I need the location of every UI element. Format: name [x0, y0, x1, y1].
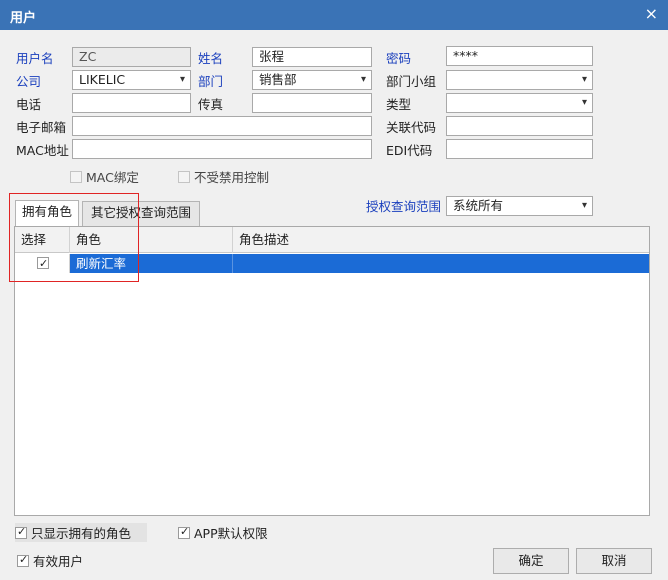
checkbox-checked-icon [17, 553, 29, 567]
dept-group-combo[interactable] [446, 70, 593, 90]
mac-bind-checkbox[interactable]: MAC绑定 [70, 167, 139, 186]
checkbox-checked-icon [15, 525, 27, 539]
mac-bind-label: MAC绑定 [86, 170, 139, 185]
roles-grid: 选择 角色 角色描述 ✓ 刷新汇率 [14, 226, 650, 516]
auth-scope-combo[interactable]: 系统所有 [446, 196, 593, 216]
password-label: 密码 [386, 51, 412, 66]
phone-label: 电话 [16, 97, 42, 112]
type-label: 类型 [386, 97, 412, 112]
dept-group-label: 部门小组 [386, 74, 437, 89]
row-role-cell[interactable]: 刷新汇率 [70, 254, 233, 273]
fax-field[interactable] [252, 93, 372, 113]
only-owned-label: 只显示拥有的角色 [31, 526, 132, 541]
check-icon: ✓ [39, 257, 49, 270]
window-title: 用户 [10, 11, 37, 26]
table-row[interactable]: ✓ 刷新汇率 [15, 254, 649, 273]
phone-field[interactable] [72, 93, 191, 113]
header-role[interactable]: 角色 [70, 227, 233, 253]
auth-scope-value: 系统所有 [453, 198, 504, 213]
row-desc-cell[interactable] [233, 254, 649, 273]
name-field[interactable]: 张程 [252, 47, 372, 67]
company-combo[interactable]: LIKELIC [72, 70, 191, 90]
dept-label: 部门 [198, 74, 224, 89]
no-disable-control-checkbox[interactable]: 不受禁用控制 [178, 167, 269, 186]
dept-value: 销售部 [259, 72, 297, 87]
company-label: 公司 [16, 74, 42, 89]
email-field[interactable] [72, 116, 372, 136]
header-select[interactable]: 选择 [15, 227, 70, 253]
company-value: LIKELIC [79, 72, 126, 87]
tab-other-scope[interactable]: 其它授权查询范围 [82, 201, 200, 226]
checkbox-checked-icon [178, 525, 190, 539]
username-label: 用户名 [16, 51, 54, 66]
email-label: 电子邮箱 [16, 120, 67, 135]
auth-scope-label: 授权查询范围 [366, 199, 442, 214]
app-default-label: APP默认权限 [194, 526, 268, 541]
title-bar: 用户 × [0, 0, 668, 30]
tab-roles[interactable]: 拥有角色 [15, 200, 79, 226]
grid-header: 选择 角色 角色描述 [15, 227, 649, 253]
row-checkbox[interactable]: ✓ [37, 257, 49, 270]
checkbox-box-icon [70, 170, 82, 183]
linked-code-label: 关联代码 [386, 120, 437, 135]
app-default-checkbox[interactable]: APP默认权限 [178, 523, 268, 542]
linked-code-field[interactable] [446, 116, 593, 136]
ok-button[interactable]: 确定 [493, 548, 569, 574]
username-field: ZC [72, 47, 191, 67]
fax-label: 传真 [198, 97, 224, 112]
no-disable-control-label: 不受禁用控制 [194, 170, 270, 185]
edi-field[interactable] [446, 139, 593, 159]
close-icon[interactable]: × [645, 5, 658, 23]
mac-field[interactable] [72, 139, 372, 159]
type-combo[interactable] [446, 93, 593, 113]
active-user-label: 有效用户 [33, 554, 84, 569]
row-select-cell[interactable]: ✓ [15, 254, 70, 273]
mac-label: MAC地址 [16, 143, 69, 158]
cancel-button[interactable]: 取消 [576, 548, 652, 574]
dept-combo[interactable]: 销售部 [252, 70, 372, 90]
password-field[interactable]: **** [446, 46, 593, 66]
name-label: 姓名 [198, 51, 224, 66]
active-user-checkbox[interactable]: 有效用户 [17, 551, 83, 570]
only-owned-checkbox[interactable]: 只显示拥有的角色 [15, 523, 148, 542]
checkbox-box-icon [178, 170, 190, 183]
edi-label: EDI代码 [386, 143, 433, 158]
header-desc[interactable]: 角色描述 [233, 227, 649, 253]
